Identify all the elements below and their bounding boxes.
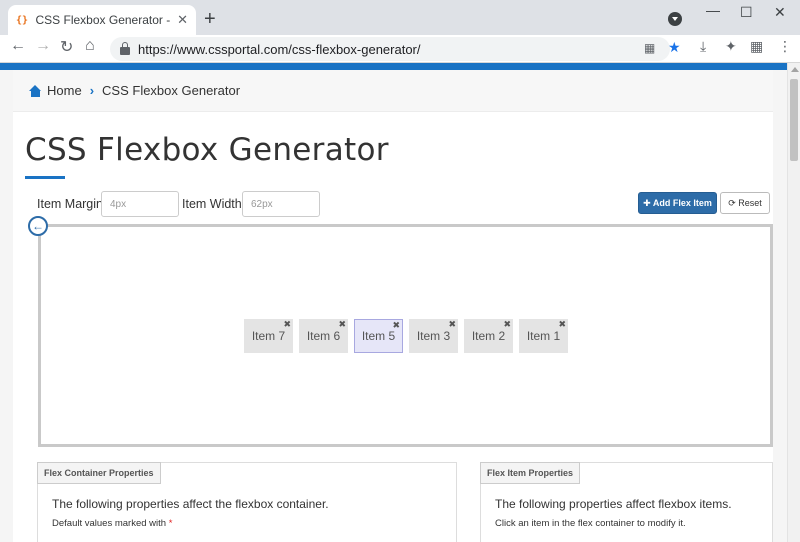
forward-arrow-icon[interactable]: → — [35, 37, 51, 55]
default-values-note: Default values marked with — [52, 518, 167, 529]
extensions-icon[interactable]: ✦ — [725, 38, 737, 55]
back-arrow-circle-icon[interactable]: ← — [28, 216, 48, 236]
flex-item-label: Item 3 — [416, 329, 451, 343]
flex-item[interactable]: Item 2 ✖ — [464, 319, 513, 353]
breadcrumb-chevron-icon: › — [89, 83, 95, 98]
add-flex-item-button[interactable]: ✚ Add Flex Item — [638, 192, 717, 214]
scroll-thumb[interactable] — [790, 79, 798, 161]
page-title: CSS Flexbox Generator — [25, 132, 389, 168]
flex-item[interactable]: Item 5 ✖ — [354, 319, 403, 353]
lock-icon — [120, 42, 130, 55]
item-width-input[interactable] — [242, 191, 320, 217]
required-star: * — [168, 518, 173, 529]
flex-item[interactable]: Item 3 ✖ — [409, 319, 458, 353]
window-close-icon[interactable]: ✕ — [774, 4, 786, 21]
maximize-icon[interactable]: ☐ — [740, 4, 753, 21]
home-button-icon[interactable]: ⌂ — [85, 37, 95, 55]
remove-item-icon[interactable]: ✖ — [283, 319, 291, 330]
page-viewport: Home › CSS Flexbox Generator CSS Flexbox… — [0, 63, 787, 542]
item-margin-input[interactable] — [101, 191, 179, 217]
flex-item-properties-panel: Flex Item Properties The following prope… — [480, 462, 773, 542]
item-width-label: Item Width — [182, 197, 242, 211]
translate-icon[interactable]: ▦ — [644, 41, 655, 55]
remove-item-icon[interactable]: ✖ — [503, 319, 511, 330]
reload-icon[interactable]: ↻ — [60, 37, 73, 57]
page-scrollbar[interactable] — [787, 63, 800, 542]
flex-item-label: Item 5 — [361, 329, 396, 343]
profile-menu-icon[interactable] — [668, 12, 682, 26]
flex-container-properties-panel: Flex Container Properties The following … — [37, 462, 457, 542]
breadcrumb-current: CSS Flexbox Generator — [102, 83, 241, 98]
browser-toolbar: ← → ↻ ⌂ https://www.cssportal.com/css-fl… — [0, 35, 800, 63]
browser-menu-icon[interactable]: ⋮ — [778, 38, 792, 55]
flex-item-label: Item 6 — [306, 329, 341, 343]
breadcrumb-home-link[interactable]: Home — [47, 83, 82, 98]
download-icon[interactable]: ⤓ — [700, 38, 706, 55]
url-text: https://www.cssportal.com/css-flexbox-ge… — [138, 41, 421, 57]
minimize-icon[interactable]: — — [706, 2, 720, 18]
reset-button[interactable]: ⟳ Reset — [720, 192, 770, 214]
flex-item[interactable]: Item 6 ✖ — [299, 319, 348, 353]
remove-item-icon[interactable]: ✖ — [392, 320, 400, 331]
item-margin-label: Item Margin — [37, 197, 103, 211]
main-content: CSS Flexbox Generator Item Margin Item W… — [13, 112, 773, 542]
panel-container-text: The following properties affect the flex… — [52, 497, 329, 511]
panel-item-text: The following properties affect flexbox … — [495, 497, 732, 511]
browser-tabstrip: {} CSS Flexbox Generator - CSS Portal ✕ … — [0, 0, 800, 35]
extension-app-icon[interactable]: ▦ — [750, 38, 763, 55]
home-icon[interactable] — [29, 84, 42, 97]
browser-tab[interactable]: {} CSS Flexbox Generator - CSS Portal ✕ — [8, 5, 196, 35]
panel-container-sub: Default values marked with * — [52, 518, 172, 529]
flex-item-label: Item 7 — [251, 329, 286, 343]
tab-close-icon[interactable]: ✕ — [177, 12, 188, 28]
flex-container-preview: Item 7 ✖ Item 6 ✖ Item 5 ✖ Item 3 ✖ Item 2 ✖ Item … — [38, 224, 773, 447]
panel-item-sub: Click an item in the flex container to m… — [495, 518, 686, 529]
flex-item-label: Item 1 — [526, 329, 561, 343]
address-bar[interactable]: https://www.cssportal.com/css-flexbox-ge… — [110, 37, 681, 61]
title-underline — [25, 176, 65, 179]
panel-tab-container[interactable]: Flex Container Properties — [37, 462, 161, 484]
new-tab-button[interactable]: + — [204, 9, 216, 29]
flex-items-row: Item 7 ✖ Item 6 ✖ Item 5 ✖ Item 3 ✖ Item 2 ✖ Item … — [244, 319, 574, 353]
back-arrow-icon[interactable]: ← — [10, 37, 26, 55]
breadcrumb: Home › CSS Flexbox Generator — [13, 70, 773, 112]
bookmark-star-icon[interactable]: ★ — [668, 39, 681, 56]
favicon-icon: {} — [16, 14, 29, 26]
flex-item[interactable]: Item 7 ✖ — [244, 319, 293, 353]
flex-item[interactable]: Item 1 ✖ — [519, 319, 568, 353]
tab-title: CSS Flexbox Generator - CSS Portal — [35, 13, 172, 27]
site-topbar — [0, 63, 787, 70]
scroll-up-icon[interactable] — [791, 67, 799, 72]
remove-item-icon[interactable]: ✖ — [448, 319, 456, 330]
remove-item-icon[interactable]: ✖ — [338, 319, 346, 330]
panel-tab-item[interactable]: Flex Item Properties — [480, 462, 581, 484]
flex-item-label: Item 2 — [471, 329, 506, 343]
remove-item-icon[interactable]: ✖ — [558, 319, 566, 330]
